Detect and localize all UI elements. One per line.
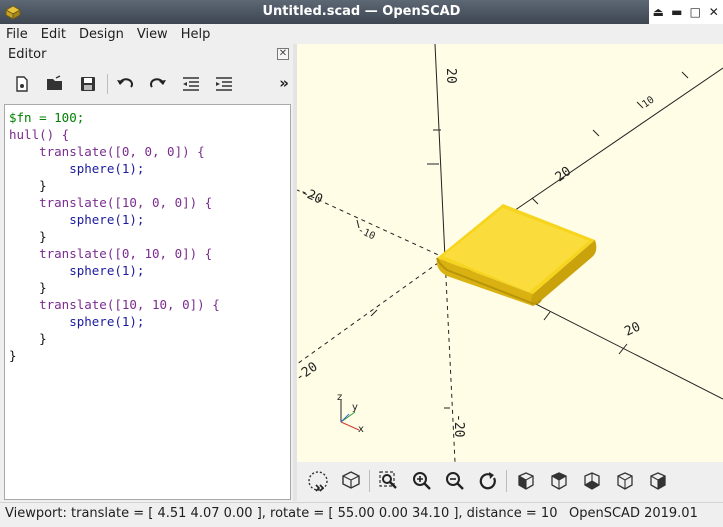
shade-icon[interactable]: ⏏ bbox=[650, 5, 666, 19]
y-axis-negative bbox=[297, 257, 446, 365]
axis-label-x20: 20 bbox=[622, 319, 643, 339]
menu-view[interactable]: View bbox=[137, 27, 168, 42]
app-version: OpenSCAD 2019.01 bbox=[569, 506, 698, 521]
viewport-status: Viewport: translate = [ 4.51 4.07 0.00 ]… bbox=[5, 506, 558, 521]
view-toolbar-separator bbox=[369, 470, 370, 492]
axis-label-z-neg20: -20 bbox=[451, 414, 466, 437]
indent-icon[interactable] bbox=[210, 71, 238, 97]
hull-object bbox=[436, 204, 597, 306]
code-line-6: translate([10, 0, 0]) { bbox=[9, 195, 213, 210]
preview-icon[interactable] bbox=[305, 468, 331, 494]
menu-edit[interactable]: Edit bbox=[41, 27, 66, 42]
code-line-14: } bbox=[9, 331, 47, 346]
gizmo-y-label: y bbox=[352, 402, 358, 413]
code-line-11: } bbox=[9, 280, 47, 295]
view-top-icon[interactable] bbox=[546, 468, 572, 494]
close-icon[interactable]: ✕ bbox=[706, 5, 722, 19]
editor-title: Editor bbox=[8, 47, 47, 62]
3d-viewport[interactable]: 20 -20 20 -20 20 -20 10 -10 z y x bbox=[297, 44, 723, 462]
zoom-in-icon[interactable] bbox=[409, 468, 435, 494]
code-line-13: sphere(1); bbox=[9, 314, 145, 329]
code-line-15: } bbox=[9, 348, 17, 363]
zoom-all-icon[interactable] bbox=[376, 468, 402, 494]
view-bottom-icon[interactable] bbox=[579, 468, 605, 494]
redo-icon[interactable] bbox=[144, 71, 172, 97]
toolbar-more-icon[interactable]: » bbox=[279, 74, 289, 92]
view-left-icon[interactable] bbox=[612, 468, 638, 494]
minimize-icon[interactable]: ▬ bbox=[669, 5, 685, 19]
toolbar-separator bbox=[107, 74, 108, 94]
menu-help[interactable]: Help bbox=[181, 27, 211, 42]
save-icon[interactable] bbox=[74, 71, 102, 97]
code-line-1: $fn = 100; bbox=[9, 109, 290, 126]
code-line-12: translate([10, 10, 0]) { bbox=[9, 297, 220, 312]
axes-gizmo: z y x bbox=[337, 392, 364, 435]
axis-label-y-neg20: -20 bbox=[297, 360, 321, 386]
menu-file[interactable]: File bbox=[6, 27, 28, 42]
code-line-2: hull() { bbox=[9, 127, 70, 142]
new-file-icon[interactable] bbox=[8, 71, 36, 97]
axis-label-x-neg10: -10 bbox=[356, 225, 377, 243]
code-line-8: } bbox=[9, 229, 47, 244]
axis-label-x-neg20: -20 bbox=[297, 184, 325, 208]
view-toolbar bbox=[297, 462, 723, 500]
view-right-icon[interactable] bbox=[513, 468, 539, 494]
unindent-icon[interactable] bbox=[177, 71, 205, 97]
render-icon[interactable] bbox=[338, 468, 364, 494]
axis-label-z20: 20 bbox=[443, 68, 458, 84]
menu-design[interactable]: Design bbox=[79, 27, 124, 42]
view-front-icon[interactable] bbox=[645, 468, 671, 494]
editor-toolbar: » bbox=[8, 70, 291, 98]
editor-close-icon[interactable]: ✕ bbox=[277, 48, 289, 60]
viewport-scene: 20 -20 20 -20 20 -20 10 -10 z y x bbox=[297, 44, 723, 462]
code-line-1-text: $fn = 100; bbox=[9, 110, 85, 125]
zoom-out-icon[interactable] bbox=[442, 468, 468, 494]
code-line-9: translate([0, 10, 0]) { bbox=[9, 246, 213, 261]
code-line-5: } bbox=[9, 178, 47, 193]
view-toolbar-separator-2 bbox=[506, 470, 507, 492]
code-line-7: sphere(1); bbox=[9, 212, 145, 227]
code-line-4: sphere(1); bbox=[9, 161, 145, 176]
open-file-icon[interactable] bbox=[41, 71, 69, 97]
gizmo-x-label: x bbox=[358, 424, 364, 435]
window-title: Untitled.scad — OpenSCAD bbox=[262, 4, 461, 19]
maximize-icon[interactable]: □ bbox=[687, 5, 703, 19]
editor-panel: Editor ✕ » $fn = 100; hull() { translate… bbox=[0, 44, 295, 501]
menu-bar: File Edit Design View Help bbox=[0, 24, 723, 44]
gizmo-z-label: z bbox=[337, 392, 342, 403]
code-line-10: sphere(1); bbox=[9, 263, 145, 278]
status-bar: Viewport: translate = [ 4.51 4.07 0.00 ]… bbox=[0, 502, 723, 524]
undo-icon[interactable] bbox=[111, 71, 139, 97]
code-editor[interactable]: $fn = 100; hull() { translate([0, 0, 0])… bbox=[4, 104, 291, 500]
reset-view-icon[interactable] bbox=[475, 468, 501, 494]
title-bar: Untitled.scad — OpenSCAD ⏏ ▬ □ ✕ bbox=[0, 0, 723, 24]
code-line-3: translate([0, 0, 0]) { bbox=[9, 144, 205, 159]
window-controls: ⏏ ▬ □ ✕ bbox=[649, 0, 723, 24]
